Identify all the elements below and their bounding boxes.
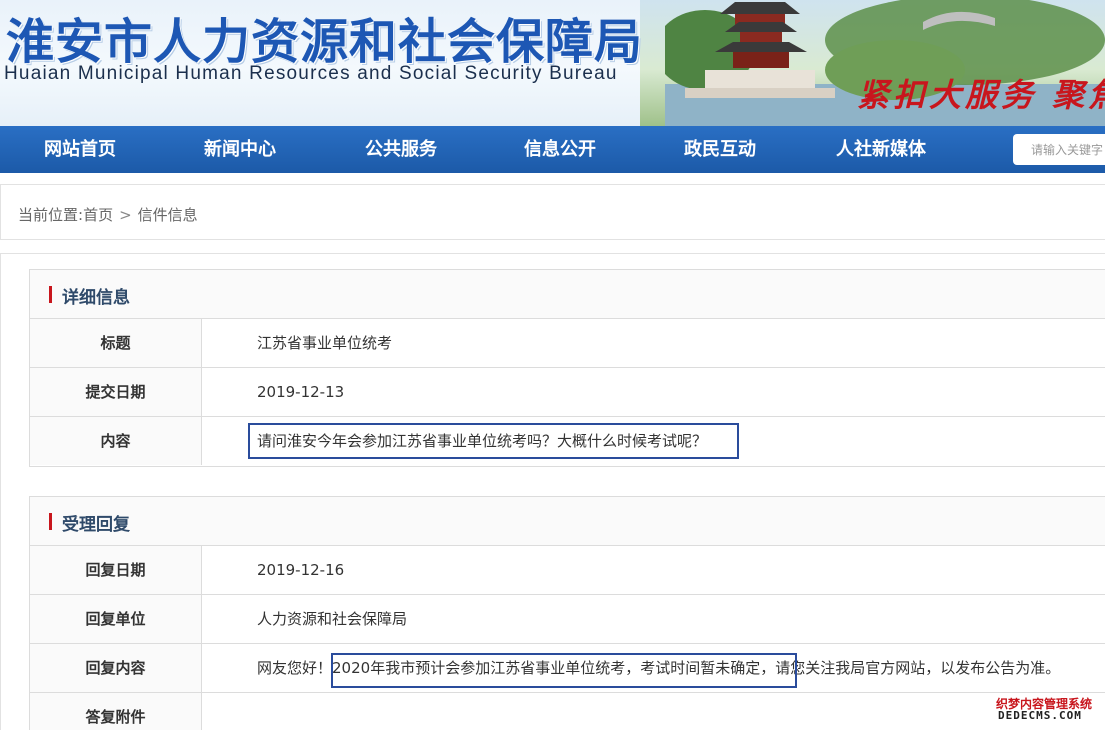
row-value: 请问淮安今年会参加江苏省事业单位统考吗？大概什么时候考试呢？ xyxy=(257,432,708,450)
reply-section-header: 受理回复 xyxy=(30,497,1105,546)
reply-section-title: 受理回复 xyxy=(62,515,130,535)
detail-section-header: 详细信息 xyxy=(30,270,1105,319)
row-label: 回复内容 xyxy=(30,644,202,692)
row-value: 2019-12-13 xyxy=(257,383,345,401)
detail-row-title: 标题 江苏省事业单位统考 xyxy=(30,319,1105,368)
nav-item-home[interactable]: 网站首页 xyxy=(44,126,116,173)
nav-item-news[interactable]: 新闻中心 xyxy=(204,126,276,173)
reply-row-content: 回复内容 网友您好！2020年我市预计会参加江苏省事业单位统考，考试时间暂未确定… xyxy=(30,644,1105,693)
nav-item-public-services[interactable]: 公共服务 xyxy=(365,126,437,173)
site-banner: 淮安市人力资源和社会保障局 Huaian Municipal Human Res… xyxy=(0,0,1105,126)
breadcrumb-current: 信件信息 xyxy=(137,206,198,224)
row-label: 内容 xyxy=(30,417,202,465)
section-marker xyxy=(49,286,52,303)
reply-row-date: 回复日期 2019-12-16 xyxy=(30,546,1105,595)
row-value: 网友您好！2020年我市预计会参加江苏省事业单位统考，考试时间暂未确定，请您关注… xyxy=(257,644,1060,692)
breadcrumb-separator: > xyxy=(119,206,132,224)
reply-suffix: ，请您关注我局官方网站，以发布公告为准。 xyxy=(760,659,1061,677)
detail-row-content: 内容 请问淮安今年会参加江苏省事业单位统考吗？大概什么时候考试呢？ xyxy=(30,417,1105,466)
nav-item-interaction[interactable]: 政民互动 xyxy=(684,126,756,173)
breadcrumb-prefix: 当前位置: xyxy=(18,206,84,224)
watermark: 织梦内容管理系统 DEDECMS.COM xyxy=(992,694,1102,724)
main-nav: 网站首页 新闻中心 公共服务 信息公开 政民互动 人社新媒体 xyxy=(0,126,1105,173)
detail-row-date: 提交日期 2019-12-13 xyxy=(30,368,1105,417)
search-box xyxy=(1013,134,1105,165)
breadcrumb: 当前位置:首页 > 信件信息 xyxy=(18,204,198,225)
nav-item-info-disclosure[interactable]: 信息公开 xyxy=(524,126,596,173)
banner-slogan: 紧扣大服务 聚焦 xyxy=(857,76,1105,114)
row-label: 提交日期 xyxy=(30,368,202,416)
reply-row-unit: 回复单位 人力资源和社会保障局 xyxy=(30,595,1105,644)
nav-item-new-media[interactable]: 人社新媒体 xyxy=(836,126,926,173)
row-label: 标题 xyxy=(30,319,202,367)
detail-section-title: 详细信息 xyxy=(62,288,130,308)
detail-section: 详细信息 标题 江苏省事业单位统考 提交日期 2019-12-13 内容 请问淮… xyxy=(29,269,1105,467)
row-value: 江苏省事业单位统考 xyxy=(257,334,393,352)
breadcrumb-home-link[interactable]: 首页 xyxy=(83,206,113,224)
reply-row-attachment: 答复附件 xyxy=(30,693,1105,730)
row-label: 答复附件 xyxy=(30,693,202,730)
row-value: 人力资源和社会保障局 xyxy=(257,610,408,628)
reply-greeting: 网友您好！ xyxy=(257,659,333,677)
row-value: 2019-12-16 xyxy=(257,561,345,579)
breadcrumb-bar: 当前位置:首页 > 信件信息 xyxy=(0,184,1105,240)
row-label: 回复单位 xyxy=(30,595,202,643)
site-title-english: Huaian Municipal Human Resources and Soc… xyxy=(4,63,618,84)
watermark-en: DEDECMS.COM xyxy=(998,709,1082,722)
reply-highlight-text: 2020年我市预计会参加江苏省事业单位统考，考试时间暂未确定 xyxy=(332,659,761,677)
row-label: 回复日期 xyxy=(30,546,202,594)
search-input[interactable] xyxy=(1013,134,1105,165)
reply-section: 受理回复 回复日期 2019-12-16 回复单位 人力资源和社会保障局 回复内… xyxy=(29,496,1105,730)
site-title: 淮安市人力资源和社会保障局 xyxy=(6,14,644,70)
section-marker xyxy=(49,513,52,530)
